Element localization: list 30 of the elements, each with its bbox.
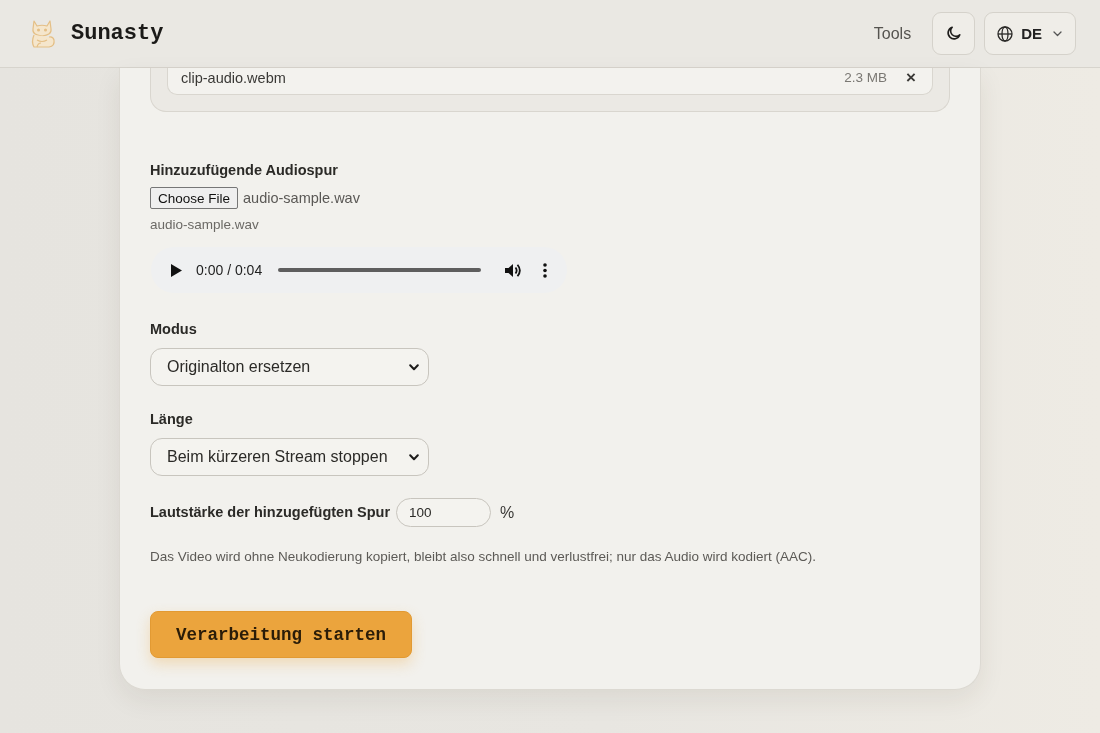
field-label: Hinzuzufügende Audiospur <box>150 162 339 179</box>
field-label: Länge <box>150 411 194 428</box>
file-size: 2.3 MB <box>844 70 888 86</box>
brand-name: Sunasty <box>71 21 164 46</box>
percent-unit: % <box>500 503 515 522</box>
file-caption: audio-sample.wav <box>150 217 260 233</box>
language-button[interactable]: DE <box>984 12 1076 55</box>
remove-file-button[interactable]: × <box>904 70 918 86</box>
play-icon[interactable] <box>171 263 182 277</box>
globe-icon <box>997 25 1014 42</box>
more-options-icon[interactable] <box>543 262 547 278</box>
theme-toggle-button[interactable] <box>932 12 976 55</box>
start-processing-button[interactable]: Verarbeitung starten <box>150 611 412 658</box>
seek-track[interactable] <box>278 268 481 272</box>
choose-file-button[interactable]: Choose File <box>150 187 239 209</box>
playback-time: 0:00 / 0:04 <box>196 262 263 278</box>
moon-icon <box>946 26 962 41</box>
file-name: clip-audio.webm <box>181 70 287 86</box>
chosen-file-name: audio-sample.wav <box>243 190 360 206</box>
field-label: Lautstärke der hinzugefügten Spur <box>150 504 391 521</box>
volume-input[interactable]: 100 <box>396 498 492 527</box>
info-note: Das Video wird ohne Neukodierung kopiert, bleibt also schnell und verlustfrei; nur das Audio wird kodiert (AAC). <box>150 549 818 565</box>
tools-link[interactable]: Tools <box>873 24 912 43</box>
dropdown-select[interactable]: Originalton ersetzen <box>150 348 429 386</box>
field-label: Modus <box>150 321 198 338</box>
volume-icon[interactable] <box>505 262 522 278</box>
chevron-down-icon <box>1053 30 1062 37</box>
chevron-down-icon <box>409 363 419 371</box>
dropdown-select[interactable]: Beim kürzeren Stream stoppen <box>150 438 429 476</box>
chevron-down-icon <box>409 453 419 461</box>
